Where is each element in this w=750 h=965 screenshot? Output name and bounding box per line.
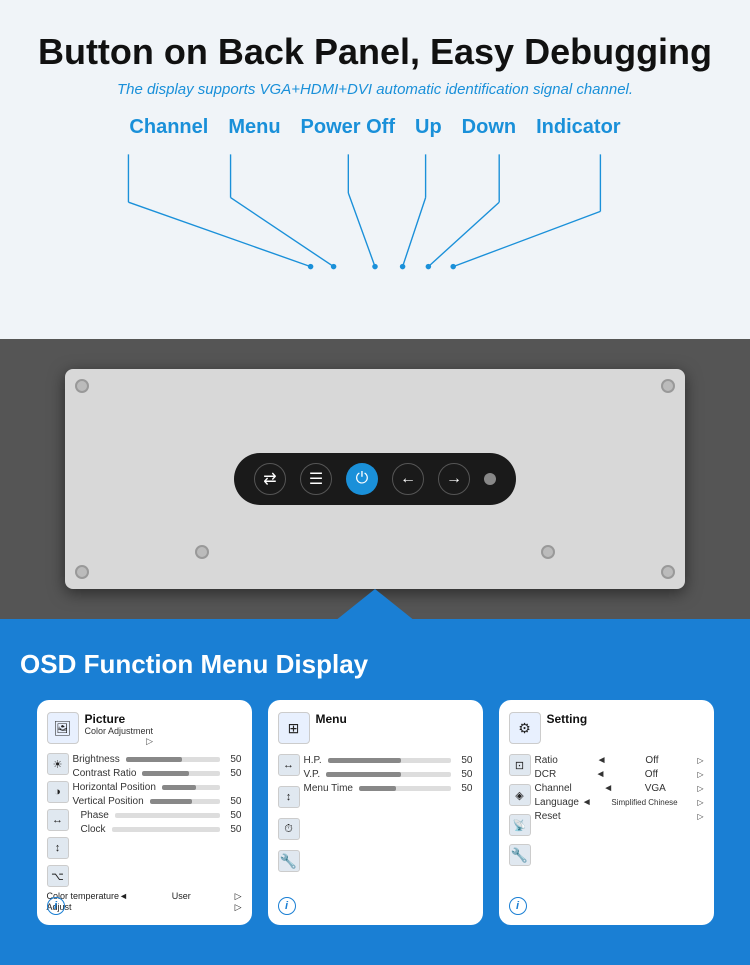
menu-side-icon4: 🔧 <box>278 850 300 872</box>
setting-side-icon4: 🔧 <box>509 844 531 866</box>
label-menu: Menu <box>218 116 290 139</box>
screw-tr <box>661 379 675 393</box>
setting-side-icon2: ◈ <box>509 784 531 806</box>
monitor-body: ⇄ ☰ ⏻ ← → <box>65 369 685 589</box>
screw-bl2 <box>75 565 89 579</box>
diagram-area <box>30 139 720 339</box>
up-button[interactable]: ← <box>392 463 424 495</box>
setting-side-icon1: ⊡ <box>509 754 531 776</box>
osd-contrast-row: Contrast Ratio 50 <box>73 768 242 779</box>
osd-cards: 🖼 Picture Color Adjustment ▷ ☀ ◑ ↔ ↕ ⌥ <box>20 700 730 925</box>
subtitle: The display supports VGA+HDMI+DVI automa… <box>30 81 720 98</box>
osd-reset-row: Reset ▷ <box>535 811 704 822</box>
osd-ratio-row: Ratio ◄ Off ▷ <box>535 755 704 766</box>
osd-phase-row: Phase 50 <box>73 810 242 821</box>
menu-side-icon2: ↕ <box>278 786 300 808</box>
label-channel: Channel <box>119 116 218 139</box>
card-picture-subtitle: Color Adjustment <box>85 726 154 736</box>
osd-menutime-row: Menu Time 50 <box>304 783 473 794</box>
menu-button[interactable]: ☰ <box>300 463 332 495</box>
picture-icon: 🖼 <box>47 712 79 744</box>
picture-side-icon3: ↔ <box>47 809 69 831</box>
card-picture: 🖼 Picture Color Adjustment ▷ ☀ ◑ ↔ ↕ ⌥ <box>37 700 252 925</box>
card-setting-title: Setting <box>547 712 588 726</box>
screw-br2 <box>661 565 675 579</box>
screw-tl <box>75 379 89 393</box>
osd-dcr-row: DCR ◄ Off ▷ <box>535 769 704 780</box>
label-power-off: Power Off <box>291 116 405 139</box>
info-icon-1: i <box>47 897 65 915</box>
labels-row: Channel Menu Power Off Up Down Indicator <box>30 116 720 139</box>
osd-vp-row: V.P. 50 <box>304 769 473 780</box>
osd-brightness-row: Brightness 50 <box>73 754 242 765</box>
picture-side-icon5: ⌥ <box>47 865 69 887</box>
card-setting: ⚙ Setting ⊡ ◈ 📡 🔧 Ratio ◄ Off ▷ <box>499 700 714 925</box>
osd-colortemp-row: Color temperature◄User▷ <box>47 891 242 902</box>
page-title: Button on Back Panel, Easy Debugging <box>30 30 720 73</box>
picture-side-icon1: ☀ <box>47 753 69 775</box>
osd-title: OSD Function Menu Display <box>20 649 730 680</box>
top-section: Button on Back Panel, Easy Debugging The… <box>0 0 750 339</box>
subtitle-pre: The display supports <box>117 81 260 98</box>
screw-bl1 <box>195 545 209 559</box>
osd-hpos-row: Horizontal Position <box>73 782 242 793</box>
indicator-dot <box>484 473 496 485</box>
setting-card-icon: ⚙ <box>509 712 541 744</box>
osd-section: OSD Function Menu Display 🖼 Picture Colo… <box>0 619 750 965</box>
picture-side-icon2: ◑ <box>47 781 69 803</box>
setting-side-icon3: 📡 <box>509 814 531 836</box>
card-picture-arrow: ▷ <box>85 736 154 747</box>
osd-vpos-row: Vertical Position 50 <box>73 796 242 807</box>
picture-side-icon4: ↕ <box>47 837 69 859</box>
osd-language-row: Language ◄ Simplified Chinese ▷ <box>535 797 704 808</box>
label-down: Down <box>452 116 526 139</box>
menu-side-icon1: ↔ <box>278 754 300 776</box>
card-menu-title: Menu <box>316 712 347 726</box>
osd-hp-row: H.P. 50 <box>304 755 473 766</box>
down-button[interactable]: → <box>438 463 470 495</box>
subtitle-highlight: VGA+HDMI+DVI <box>260 81 373 98</box>
label-up: Up <box>405 116 452 139</box>
osd-adjust-row: Adjust▷ <box>47 902 242 913</box>
power-button[interactable]: ⏻ <box>346 463 378 495</box>
osd-clock-row: Clock 50 <box>73 824 242 835</box>
info-icon-3: i <box>509 897 527 915</box>
label-indicator: Indicator <box>526 116 630 139</box>
osd-channel-row: Channel ◄ VGA ▷ <box>535 783 704 794</box>
menu-side-icon3: ⏱ <box>278 818 300 840</box>
card-menu: ⊞ Menu ↔ ↕ ⏱ 🔧 H.P. 50 V.P. <box>268 700 483 925</box>
monitor-section: ⇄ ☰ ⏻ ← → <box>0 339 750 619</box>
screw-br1 <box>541 545 555 559</box>
card-picture-title: Picture <box>85 712 154 726</box>
menu-card-icon: ⊞ <box>278 712 310 744</box>
button-panel: ⇄ ☰ ⏻ ← → <box>234 453 516 505</box>
subtitle-post: automatic identification signal channel. <box>372 81 633 98</box>
info-icon-2: i <box>278 897 296 915</box>
channel-button[interactable]: ⇄ <box>254 463 286 495</box>
